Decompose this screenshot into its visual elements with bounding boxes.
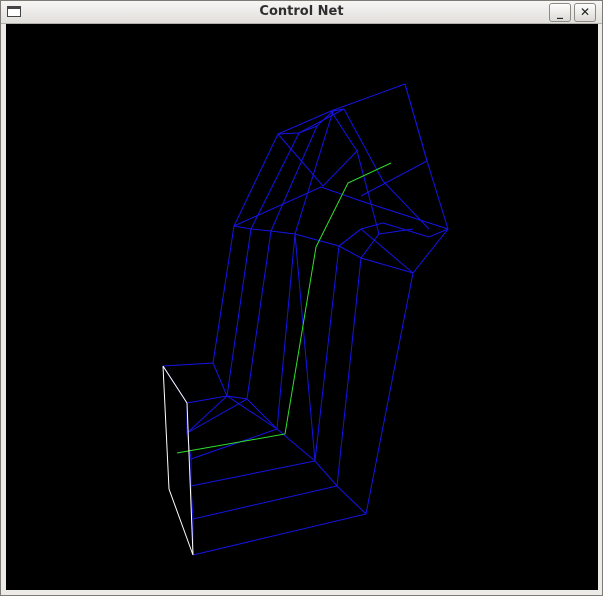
minimize-button[interactable]: _ [549, 3, 571, 22]
control-mesh [162, 83, 449, 556]
window-title: Control Net [259, 4, 344, 19]
render-viewport[interactable] [6, 24, 598, 590]
app-window: Control Net _ ✕ [0, 0, 603, 596]
center-curve [176, 162, 392, 454]
title-bar[interactable]: Control Net _ ✕ [1, 1, 602, 24]
control-net-drawing [162, 83, 449, 556]
selected-edge [162, 365, 194, 556]
close-button[interactable]: ✕ [574, 3, 596, 22]
